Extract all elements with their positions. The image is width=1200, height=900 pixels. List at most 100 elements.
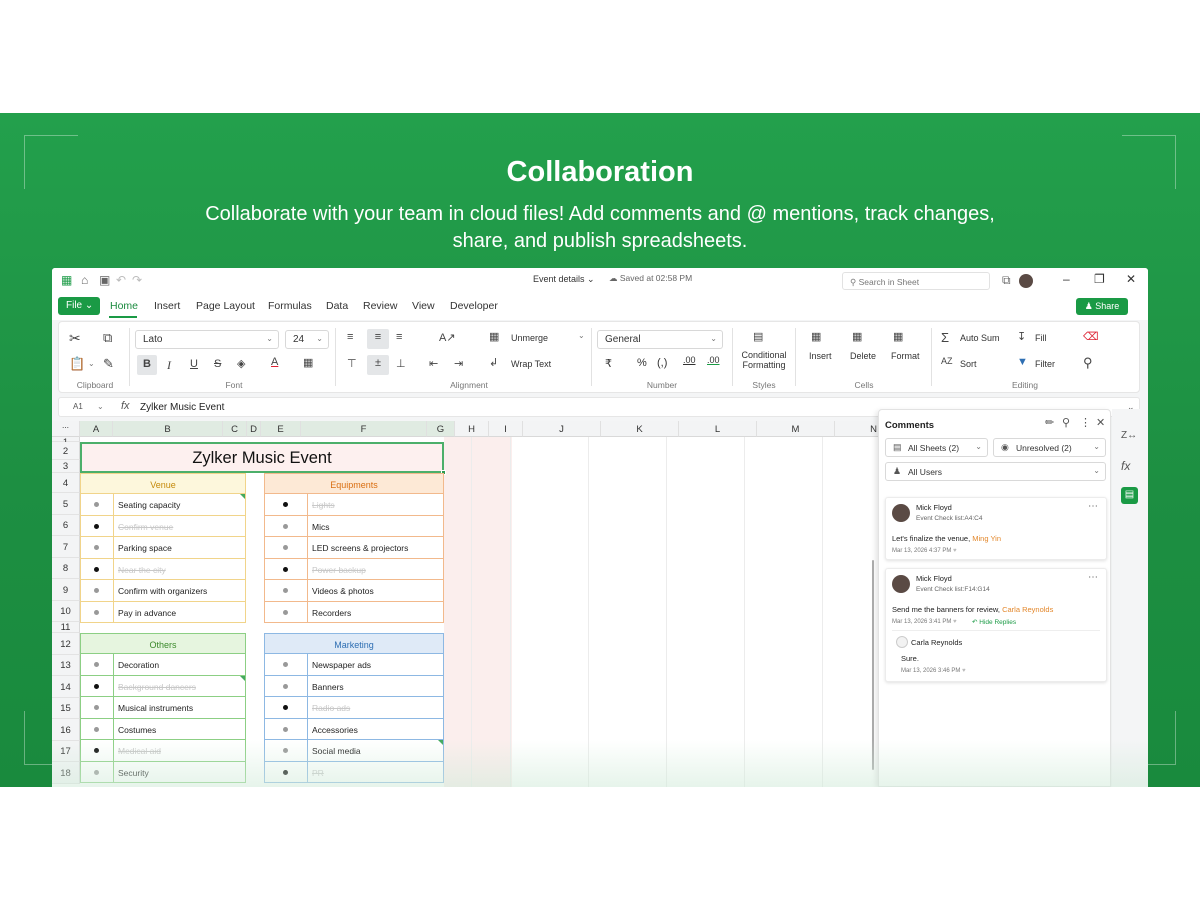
sort-icon[interactable]: AZ xyxy=(941,356,953,366)
list-item[interactable]: Decoration xyxy=(80,654,246,676)
translate-icon[interactable]: Z↔ xyxy=(1121,430,1137,441)
borders-icon[interactable]: ▦ xyxy=(303,356,313,369)
list-item[interactable]: Medical aid xyxy=(80,740,246,762)
column-header[interactable]: I xyxy=(489,421,523,437)
row-header[interactable]: 7 xyxy=(52,536,80,558)
row-header[interactable]: 3 xyxy=(52,460,80,473)
like-icon[interactable]: ♥ xyxy=(953,619,957,625)
decrease-indent-icon[interactable]: ⇤ xyxy=(429,357,438,370)
merge-icon[interactable]: ▦ xyxy=(489,330,499,343)
column-header[interactable]: M xyxy=(757,421,835,437)
underline-button[interactable]: U xyxy=(190,358,198,370)
share-button[interactable]: ♟ Share xyxy=(1076,298,1128,315)
function-icon[interactable]: fx xyxy=(121,400,130,412)
bold-button[interactable]: B xyxy=(137,355,157,375)
percent-format-button[interactable]: % xyxy=(637,357,647,369)
number-format-select[interactable]: General ⌄ xyxy=(597,330,723,349)
venue-header[interactable]: Venue xyxy=(80,473,246,494)
sheet-filter-select[interactable]: ▤ All Sheets (2) ⌄ xyxy=(885,438,988,457)
mention[interactable]: Carla Reynolds xyxy=(1002,605,1053,614)
document-title[interactable]: Event details ⌄ xyxy=(533,274,595,285)
redo-icon[interactable]: ↷ xyxy=(132,273,142,287)
column-header[interactable]: N xyxy=(835,421,878,437)
find-icon[interactable]: ⚲ xyxy=(1083,355,1093,371)
close-icon[interactable]: ✕ xyxy=(1096,416,1105,429)
comment-thread[interactable]: Mick Floyd Event Check list:A4:C4 ⋯ Let'… xyxy=(885,497,1107,560)
conditional-formatting-icon[interactable]: ▤ xyxy=(753,330,763,343)
conditional-formatting-button[interactable]: Conditional Formatting xyxy=(739,350,789,370)
filter-button[interactable]: Filter xyxy=(1035,359,1055,369)
column-header[interactable]: E xyxy=(261,421,301,437)
spreadsheet-grid[interactable]: ⋯ Zylker Music Event ABCDEFGHIJKLMN 12 345… xyxy=(52,421,878,787)
increase-decimal-button[interactable]: .00 xyxy=(683,355,696,365)
list-item[interactable]: Parking space xyxy=(80,537,246,559)
tab-data[interactable]: Data xyxy=(326,300,348,312)
like-icon[interactable]: ♥ xyxy=(953,548,957,554)
hide-replies-link[interactable]: ↶ Hide Replies xyxy=(972,618,1016,626)
mention[interactable]: Ming Yin xyxy=(972,534,1001,543)
column-header[interactable]: C xyxy=(223,421,247,437)
column-header[interactable]: H xyxy=(455,421,489,437)
cut-icon[interactable]: ✂ xyxy=(69,330,81,347)
chevron-down-icon[interactable]: ⌄ xyxy=(97,402,104,411)
fill-color-icon[interactable]: ◈ xyxy=(237,357,245,370)
row-header[interactable]: 2 xyxy=(52,442,80,460)
list-item[interactable]: Videos & photos xyxy=(264,580,444,602)
file-menu-button[interactable]: File ⌄ xyxy=(58,297,100,315)
list-item[interactable]: LED screens & projectors xyxy=(264,537,444,559)
user-filter-select[interactable]: ♟ All Users ⌄ xyxy=(885,462,1106,481)
currency-format-button[interactable]: ₹ xyxy=(605,357,612,370)
delete-cells-button[interactable]: Delete xyxy=(850,351,876,361)
tab-home[interactable]: Home xyxy=(110,300,138,312)
column-header[interactable]: J xyxy=(523,421,601,437)
more-icon[interactable]: ⋯ xyxy=(1088,572,1098,583)
insert-cells-icon[interactable]: ▦ xyxy=(811,330,821,343)
function-icon[interactable]: fx xyxy=(1121,459,1130,473)
comment-range[interactable]: Event Check list:F14:G14 xyxy=(916,586,990,593)
row-header[interactable]: 8 xyxy=(52,558,80,579)
list-item[interactable]: Costumes xyxy=(80,718,246,740)
row-header[interactable]: 16 xyxy=(52,719,80,741)
list-item[interactable]: Seating capacity xyxy=(80,494,246,516)
row-header[interactable]: 11 xyxy=(52,622,80,633)
comment-range[interactable]: Event Check list:A4:C4 xyxy=(916,515,982,522)
auto-sum-icon[interactable]: Σ xyxy=(941,330,949,345)
align-center-icon[interactable]: ≡ xyxy=(367,329,389,349)
italic-button[interactable]: I xyxy=(167,358,171,373)
column-header[interactable]: D xyxy=(247,421,261,437)
more-icon[interactable]: ⋯ xyxy=(1088,501,1098,512)
formula-input[interactable]: Zylker Music Event xyxy=(140,402,224,413)
align-middle-icon[interactable]: ± xyxy=(367,355,389,375)
avatar[interactable] xyxy=(1019,274,1033,288)
list-item[interactable]: Radio ads xyxy=(264,697,444,719)
tab-developer[interactable]: Developer xyxy=(450,300,498,312)
list-item[interactable]: Accessories xyxy=(264,718,444,740)
row-header[interactable]: 10 xyxy=(52,601,80,622)
list-item[interactable]: Confirm venue xyxy=(80,515,246,537)
row-header[interactable]: 5 xyxy=(52,493,80,515)
auto-sum-button[interactable]: Auto Sum xyxy=(960,333,1000,343)
delete-cells-icon[interactable]: ▦ xyxy=(852,330,862,343)
align-left-icon[interactable]: ≡ xyxy=(347,331,353,343)
cell-reference-box[interactable]: A1 xyxy=(73,402,83,411)
align-top-icon[interactable]: ⊤ xyxy=(347,357,357,370)
row-header[interactable]: 15 xyxy=(52,698,80,719)
comments-icon[interactable]: ▤ xyxy=(1121,487,1138,504)
share-link-icon[interactable]: ⧉ xyxy=(1002,273,1011,288)
column-header[interactable]: K xyxy=(601,421,679,437)
restore-icon[interactable]: ❐ xyxy=(1094,272,1105,286)
like-icon[interactable]: ♥ xyxy=(962,668,966,674)
comment-indicator[interactable] xyxy=(240,675,245,681)
list-item[interactable]: Social media xyxy=(264,740,444,762)
home-icon[interactable]: ⌂ xyxy=(81,273,88,287)
minimize-icon[interactable]: – xyxy=(1063,272,1070,286)
more-icon[interactable]: ⋮ xyxy=(1080,416,1091,429)
list-item[interactable]: Musical instruments xyxy=(80,697,246,719)
tab-page-layout[interactable]: Page Layout xyxy=(196,300,255,312)
eraser-icon[interactable]: ⌫ xyxy=(1083,330,1099,343)
comment-indicator[interactable] xyxy=(240,494,245,499)
align-bottom-icon[interactable]: ⊥ xyxy=(396,357,406,370)
row-header[interactable]: 6 xyxy=(52,515,80,536)
tab-view[interactable]: View xyxy=(412,300,435,312)
column-header[interactable]: F xyxy=(301,421,427,437)
